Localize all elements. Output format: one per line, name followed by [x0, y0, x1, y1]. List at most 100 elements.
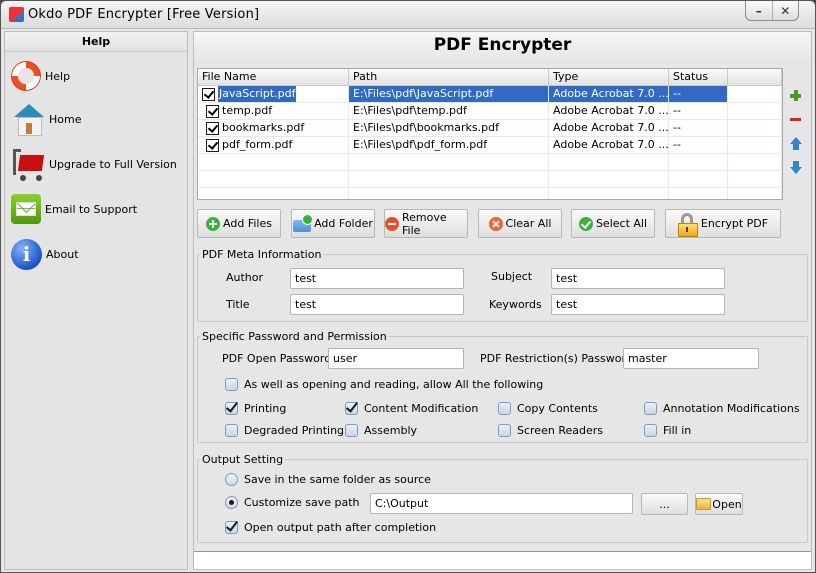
radio-dot — [225, 473, 238, 486]
sidebar-header: Help — [5, 32, 187, 52]
customize-path-radio[interactable]: Customize save path — [225, 496, 360, 509]
permission-label: Copy Contents — [517, 402, 598, 415]
title-label: Title — [226, 298, 250, 311]
status-cell: -- — [669, 120, 728, 136]
permission-checkbox-screen-readers[interactable]: Screen Readers — [498, 424, 603, 437]
permission-label: Content Modification — [364, 402, 479, 415]
keywords-input[interactable] — [551, 294, 725, 315]
path-cell: E:\Files\pdf\temp.pdf — [349, 103, 549, 119]
column-header-file-name[interactable]: File Name — [198, 69, 349, 85]
output-path-input[interactable] — [370, 493, 633, 514]
checkbox-box — [644, 402, 657, 415]
sidebar-item-email-support[interactable]: Email to Support — [11, 190, 137, 228]
row-checkbox[interactable] — [202, 87, 215, 101]
sidebar-item-about[interactable]: i About — [11, 235, 79, 273]
permission-checkbox-annotation-modifications[interactable]: Annotation Modifications — [644, 402, 800, 415]
empty-cell — [669, 171, 728, 187]
cart-icon — [11, 147, 45, 181]
add-folder-button[interactable]: Add Folder — [291, 209, 375, 238]
open-after-completion-checkbox[interactable]: Open output path after completion — [225, 521, 436, 534]
permission-label: Screen Readers — [517, 424, 603, 437]
column-header-extra — [728, 69, 782, 85]
permission-checkbox-printing[interactable]: Printing — [225, 402, 286, 415]
clear-all-button[interactable]: Clear All — [478, 209, 562, 238]
encrypt-pdf-button[interactable]: Encrypt PDF — [665, 209, 781, 238]
status-cell: -- — [669, 137, 728, 153]
empty-cell — [349, 188, 549, 199]
open-password-label: PDF Open Password — [222, 352, 332, 365]
table-row[interactable]: JavaScript.pdf E:\Files\pdf\JavaScript.pd… — [198, 86, 782, 103]
home-icon — [11, 102, 45, 136]
sidebar-item-help[interactable]: Help — [11, 57, 70, 95]
subject-input[interactable] — [551, 268, 725, 289]
add-files-label: Add Files — [223, 217, 272, 230]
table-row — [198, 171, 782, 188]
file-name-cell: pdf_form.pdf — [198, 137, 349, 153]
close-button[interactable]: ✕ — [771, 1, 799, 20]
checkbox-box — [498, 424, 511, 437]
sidebar: Help Help Home Upgrade to Full Version E… — [4, 31, 188, 570]
remove-icon[interactable] — [788, 112, 804, 128]
type-cell: Adobe Acrobat 7.0 ... — [549, 137, 669, 153]
sidebar-item-upgrade[interactable]: Upgrade to Full Version — [11, 145, 177, 183]
permission-label: Assembly — [364, 424, 418, 437]
move-up-icon[interactable] — [788, 136, 804, 152]
same-folder-radio[interactable]: Save in the same folder as source — [225, 473, 431, 486]
keywords-label: Keywords — [489, 298, 542, 311]
permission-checkbox-copy-contents[interactable]: Copy Contents — [498, 402, 598, 415]
empty-cell — [728, 188, 782, 199]
encrypt-pdf-label: Encrypt PDF — [700, 217, 769, 230]
status-cell: -- — [669, 86, 728, 102]
column-header-status[interactable]: Status — [669, 69, 728, 85]
move-down-icon[interactable] — [788, 160, 804, 176]
minimize-button[interactable]: – — [746, 1, 772, 20]
checkbox-box — [225, 424, 238, 437]
empty-cell — [349, 154, 549, 170]
title-input[interactable] — [290, 294, 464, 315]
permission-checkbox-assembly[interactable]: Assembly — [345, 424, 417, 437]
row-checkbox[interactable] — [206, 138, 219, 152]
row-checkbox[interactable] — [206, 104, 219, 118]
table-row — [198, 188, 782, 199]
title-bar: Okdo PDF Encrypter [Free Version] – ✕ — [1, 1, 815, 29]
file-table[interactable]: File Name Path Type Status JavaScript.pd… — [197, 68, 783, 200]
permission-label: Annotation Modifications — [663, 402, 800, 415]
sidebar-item-label: Home — [49, 112, 82, 126]
table-row[interactable]: bookmarks.pdf E:\Files\pdf\bookmarks.pdf A… — [198, 120, 782, 137]
permission-checkbox-fill-in[interactable]: Fill in — [644, 424, 691, 437]
remove-file-button[interactable]: Remove File — [384, 209, 468, 238]
page-title: PDF Encrypter — [194, 32, 811, 64]
restriction-password-input[interactable] — [623, 348, 759, 369]
lock-icon — [677, 212, 698, 237]
select-all-button[interactable]: Select All — [571, 209, 655, 238]
file-name: temp.pdf — [222, 104, 273, 117]
allow-all-label: As well as opening and reading, allow Al… — [244, 378, 544, 391]
table-row[interactable]: temp.pdf E:\Files\pdf\temp.pdf Adobe Acrob… — [198, 103, 782, 120]
allow-all-checkbox[interactable]: As well as opening and reading, allow Al… — [225, 378, 543, 391]
browse-button[interactable]: ... — [641, 493, 688, 515]
check-circle-icon — [578, 216, 593, 231]
column-header-type[interactable]: Type — [549, 69, 669, 85]
table-row[interactable]: pdf_form.pdf E:\Files\pdf\pdf_form.pdf Ado… — [198, 137, 782, 154]
permission-checkbox-degraded-printing[interactable]: Degraded Printing — [225, 424, 344, 437]
status-bar — [194, 551, 811, 569]
list-tools — [788, 88, 806, 184]
path-cell: E:\Files\pdf\pdf_form.pdf — [349, 137, 549, 153]
add-files-button[interactable]: Add Files — [197, 209, 281, 238]
permission-label: Printing — [244, 402, 287, 415]
sidebar-item-label: About — [46, 247, 79, 261]
permission-checkbox-content-modification[interactable]: Content Modification — [345, 402, 478, 415]
row-checkbox[interactable] — [206, 121, 219, 135]
empty-cell — [728, 137, 782, 153]
open-folder-button[interactable]: Open — [695, 493, 743, 515]
column-header-path[interactable]: Path — [349, 69, 549, 85]
sidebar-item-home[interactable]: Home — [11, 100, 81, 138]
author-input[interactable] — [290, 268, 464, 289]
checkbox-box — [345, 402, 358, 415]
open-password-input[interactable] — [328, 348, 464, 369]
type-cell: Adobe Acrobat 7.0 ... — [549, 120, 669, 136]
author-label: Author — [226, 271, 264, 284]
checkbox-box — [345, 424, 358, 437]
empty-cell — [349, 171, 549, 187]
add-icon[interactable] — [788, 88, 804, 104]
